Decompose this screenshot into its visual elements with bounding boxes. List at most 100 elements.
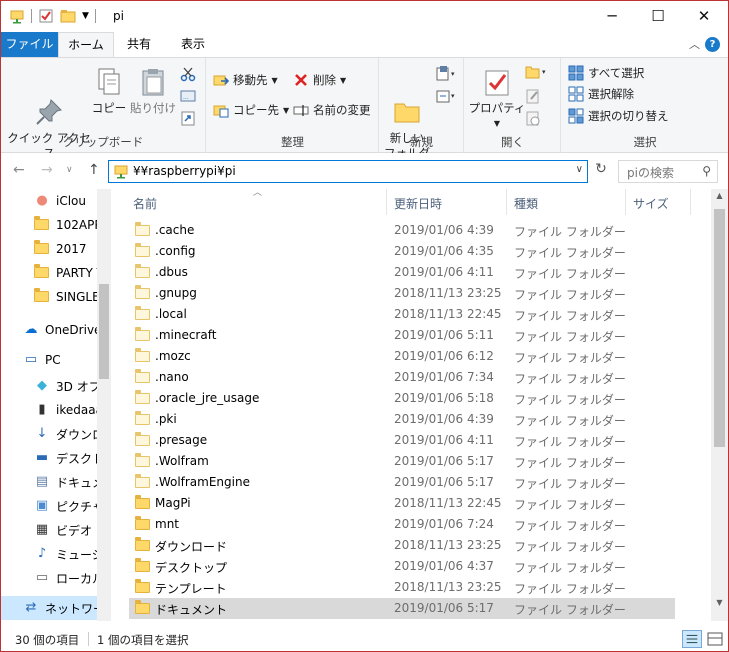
explorer-window: ▼ pi ─ ☐ ✕ ファイル ホーム 共有 表示 ︿ ? クイック アクセ コ… bbox=[0, 0, 729, 652]
address-bar[interactable]: ¥¥raspberrypi¥pi ∨ bbox=[108, 160, 588, 183]
select-none-button[interactable]: 選択解除 bbox=[568, 86, 634, 102]
search-input[interactable]: piの検索 ⚲ bbox=[618, 160, 718, 183]
column-divider[interactable] bbox=[690, 189, 691, 215]
paste-button[interactable]: 貼り付け bbox=[129, 66, 177, 116]
copy-button[interactable]: コピー bbox=[89, 66, 129, 116]
customize-qat-icon[interactable]: ▼ bbox=[82, 11, 89, 21]
new-group-label: 新規 bbox=[410, 135, 433, 149]
file-row[interactable]: .nano 2019/01/06 7:34 ファイル フォルダー bbox=[129, 367, 675, 388]
help-icon[interactable]: ? bbox=[705, 37, 720, 52]
column-type[interactable]: 種類 bbox=[514, 195, 538, 212]
sidebar-item[interactable]: ● iClou bbox=[1, 189, 97, 213]
folder-icon bbox=[34, 264, 50, 281]
file-row[interactable]: .Wolfram 2019/01/06 5:17 ファイル フォルダー bbox=[129, 451, 675, 472]
search-icon[interactable]: ⚲ bbox=[702, 164, 711, 178]
sidebar-item[interactable]: 2017 bbox=[1, 237, 97, 261]
file-row[interactable]: MagPi 2018/11/13 22:45 ファイル フォルダー bbox=[129, 493, 675, 514]
file-row[interactable]: .WolframEngine 2019/01/06 5:17 ファイル フォルダー bbox=[129, 472, 675, 493]
file-list-scrollbar-thumb[interactable] bbox=[714, 209, 725, 447]
nav-scrollbar[interactable] bbox=[97, 189, 111, 621]
select-all-button[interactable]: すべて選択 bbox=[568, 65, 644, 81]
sidebar-item[interactable]: ▤ ドキュメン bbox=[1, 470, 97, 494]
maximize-button[interactable]: ☐ bbox=[635, 1, 681, 31]
sidebar-item[interactable]: ◆ 3D オブジ bbox=[1, 374, 97, 398]
column-size[interactable]: サイズ bbox=[633, 195, 669, 212]
sidebar-item[interactable]: ⇄ ネットワーク bbox=[1, 596, 97, 620]
file-row[interactable]: .presage 2019/01/06 4:11 ファイル フォルダー bbox=[129, 430, 675, 451]
details-view-icon[interactable] bbox=[682, 630, 702, 648]
invert-selection-button[interactable]: 選択の切り替え bbox=[568, 108, 669, 124]
minimize-button[interactable]: ─ bbox=[589, 1, 635, 31]
back-icon[interactable]: ← bbox=[13, 162, 25, 178]
file-row[interactable]: ダウンロード 2018/11/13 23:25 ファイル フォルダー bbox=[129, 535, 675, 556]
copy-to-button[interactable]: コピー先 ▼ bbox=[213, 102, 289, 118]
group-new: 新しい フォルダー ▾ ▾ 新規 bbox=[380, 58, 464, 175]
copy-path-icon[interactable]: ... bbox=[180, 88, 196, 104]
file-row[interactable]: .oracle_jre_usage 2019/01/06 5:18 ファイル フォル… bbox=[129, 388, 675, 409]
file-row[interactable]: .local 2018/11/13 22:45 ファイル フォルダー bbox=[129, 304, 675, 325]
column-date[interactable]: 更新日時 bbox=[394, 195, 442, 212]
sidebar-item[interactable]: ↓ ダウンロー bbox=[1, 422, 97, 446]
sidebar-item[interactable]: ☁ OneDrive bbox=[1, 318, 98, 342]
file-row[interactable]: mnt 2019/01/06 7:24 ファイル フォルダー bbox=[129, 514, 675, 535]
edit-icon[interactable] bbox=[525, 88, 541, 104]
up-icon[interactable]: ↑ bbox=[88, 162, 100, 178]
sidebar-item[interactable]: PARTY T bbox=[1, 261, 97, 285]
paste-shortcut-icon[interactable] bbox=[180, 110, 196, 126]
sidebar-item[interactable]: ▦ ビデオ bbox=[1, 518, 97, 542]
pc-icon: ▭ bbox=[24, 352, 38, 367]
tab-file[interactable]: ファイル bbox=[1, 32, 58, 57]
recent-locations-icon[interactable]: ∨ bbox=[66, 165, 73, 175]
open-icon[interactable]: ▾ bbox=[525, 64, 551, 80]
file-row[interactable]: .minecraft 2019/01/06 5:11 ファイル フォルダー bbox=[129, 325, 675, 346]
column-divider[interactable] bbox=[386, 189, 387, 215]
address-path: ¥¥raspberrypi¥pi bbox=[133, 164, 236, 178]
column-divider[interactable] bbox=[506, 189, 507, 215]
forward-icon[interactable]: → bbox=[41, 162, 53, 178]
column-name[interactable]: 名前 bbox=[133, 195, 157, 212]
file-row[interactable]: .dbus 2019/01/06 4:11 ファイル フォルダー bbox=[129, 262, 675, 283]
sidebar-item[interactable]: ▮ ikedaaa bbox=[1, 398, 97, 422]
scroll-down-icon[interactable]: ▼ bbox=[711, 598, 728, 607]
tab-share[interactable]: 共有 bbox=[116, 32, 162, 57]
history-icon[interactable] bbox=[525, 110, 541, 126]
file-row[interactable]: .pki 2019/01/06 4:39 ファイル フォルダー bbox=[129, 409, 675, 430]
tab-view[interactable]: 表示 bbox=[168, 32, 218, 57]
cut-icon[interactable] bbox=[180, 66, 196, 82]
properties-icon[interactable] bbox=[38, 8, 54, 24]
rename-button[interactable]: 名前の変更 bbox=[293, 102, 371, 118]
refresh-icon[interactable]: ↻ bbox=[591, 161, 611, 183]
file-name: .Wolfram bbox=[155, 454, 209, 468]
file-row[interactable]: テンプレート 2018/11/13 23:25 ファイル フォルダー bbox=[129, 577, 675, 598]
new-item-icon[interactable]: ▾ bbox=[436, 66, 458, 82]
sidebar-item[interactable]: SINGLE bbox=[1, 285, 97, 309]
sidebar-item[interactable]: ▬ デスクトッ bbox=[1, 446, 97, 470]
ribbon-collapse-icon[interactable]: ︿ bbox=[689, 36, 700, 52]
sidebar-item-label: 2017 bbox=[56, 242, 87, 256]
new-folder-icon[interactable] bbox=[60, 8, 76, 24]
file-list-scrollbar[interactable]: ▲ ▼ bbox=[711, 189, 728, 621]
file-row[interactable]: .gnupg 2018/11/13 23:25 ファイル フォルダー bbox=[129, 283, 675, 304]
delete-button[interactable]: 削除 ▼ bbox=[293, 72, 346, 88]
sidebar-item[interactable]: 102APP bbox=[1, 213, 97, 237]
file-row[interactable]: .mozc 2019/01/06 6:12 ファイル フォルダー bbox=[129, 346, 675, 367]
scroll-up-icon[interactable]: ▲ bbox=[711, 191, 728, 200]
sidebar-item[interactable]: ♪ ミュージッ bbox=[1, 542, 97, 566]
tab-home[interactable]: ホーム bbox=[58, 32, 114, 58]
nav-scrollbar-thumb[interactable] bbox=[99, 284, 109, 379]
column-divider[interactable] bbox=[625, 189, 626, 215]
properties-button[interactable]: プロパティ ▼ bbox=[467, 66, 527, 131]
sidebar-item[interactable]: ▣ ピクチャ bbox=[1, 494, 97, 518]
move-to-button[interactable]: 移動先 ▼ bbox=[213, 72, 278, 88]
copy-to-icon bbox=[213, 105, 229, 118]
easy-access-icon[interactable]: ▾ bbox=[436, 88, 458, 104]
sidebar-item[interactable]: ▭ ローカル bbox=[1, 566, 97, 590]
file-row[interactable]: デスクトップ 2019/01/06 4:37 ファイル フォルダー bbox=[129, 556, 675, 577]
address-dropdown-icon[interactable]: ∨ bbox=[576, 164, 583, 175]
large-icons-view-icon[interactable] bbox=[705, 630, 725, 648]
file-row[interactable]: ドキュメント 2019/01/06 5:17 ファイル フォルダー bbox=[129, 598, 675, 619]
sidebar-item[interactable]: ▭ PC bbox=[1, 348, 97, 372]
file-row[interactable]: .config 2019/01/06 4:35 ファイル フォルダー bbox=[129, 241, 675, 262]
file-row[interactable]: .cache 2019/01/06 4:39 ファイル フォルダー bbox=[129, 220, 675, 241]
close-button[interactable]: ✕ bbox=[681, 1, 727, 31]
